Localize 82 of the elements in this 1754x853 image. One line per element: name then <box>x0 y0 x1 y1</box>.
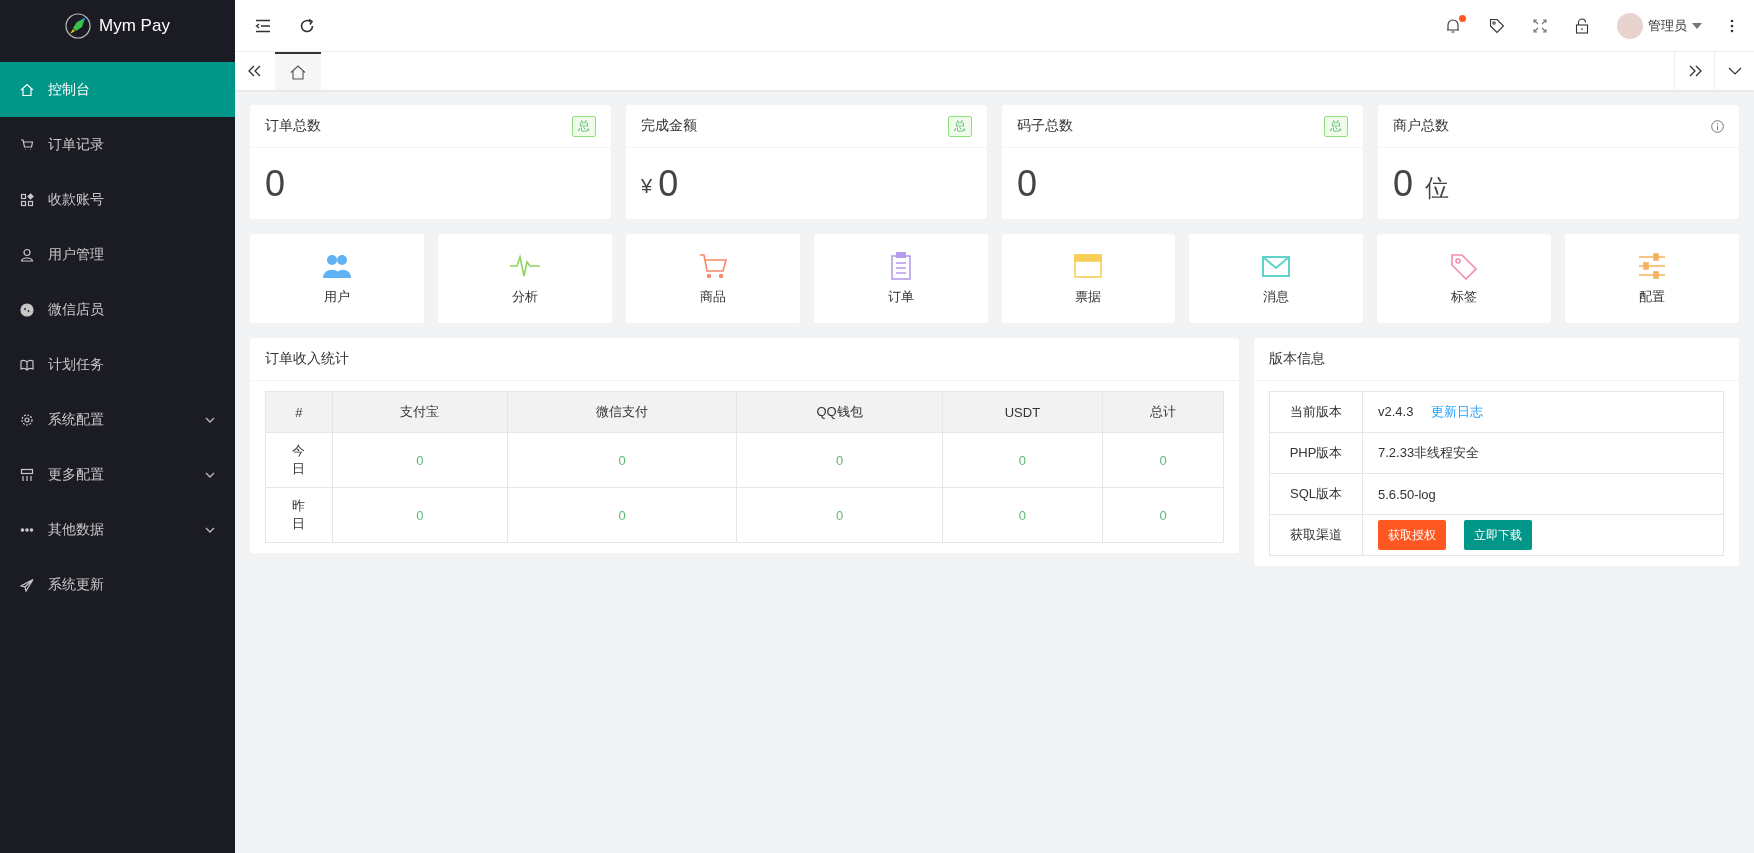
shortcut-tile[interactable]: 分析 <box>437 234 612 323</box>
home-icon <box>20 82 34 97</box>
table-cell: 0 <box>736 432 943 488</box>
lock-icon[interactable] <box>1575 17 1589 34</box>
more-vertical-icon[interactable] <box>1730 18 1734 33</box>
column-header: # <box>265 391 333 433</box>
nav-item[interactable]: 其他数据 <box>0 502 235 557</box>
cart-icon <box>20 137 34 152</box>
shortcut-tile[interactable]: 用户 <box>250 234 424 323</box>
nav-item[interactable]: 计划任务 <box>0 337 235 392</box>
version-value: 5.6.50-log <box>1378 486 1436 502</box>
table-cell: SQL版本 <box>1269 473 1363 515</box>
send-icon <box>20 577 34 592</box>
nav-item[interactable]: 更多配置 <box>0 447 235 502</box>
panel-title: 订单收入统计 <box>250 338 1239 381</box>
blocks-icon <box>20 467 34 482</box>
panel-title: 版本信息 <box>1254 338 1739 381</box>
shortcut-tile[interactable]: 标签 <box>1377 234 1552 323</box>
refresh-icon[interactable] <box>299 17 315 34</box>
card-title: 订单总数 <box>265 117 321 135</box>
total-tag: 总 <box>948 115 972 137</box>
version-value: 7.2.33非线程安全 <box>1378 445 1480 460</box>
nav-item[interactable]: 微信店员 <box>0 282 235 337</box>
double-chevron-right-icon <box>1687 65 1702 77</box>
chevron-down-icon <box>1727 67 1742 75</box>
download-button[interactable]: 立即下载 <box>1464 520 1532 550</box>
nav-item[interactable]: 控制台 <box>0 62 235 117</box>
table-cell: 0 <box>332 432 508 488</box>
stat-value: 0 <box>265 162 286 205</box>
table-cell: 0 <box>507 487 737 543</box>
table-cell: PHP版本 <box>1269 432 1363 474</box>
stat-value: 0 <box>1017 162 1038 205</box>
user-icon <box>20 247 34 262</box>
nav-item[interactable]: 收款账号 <box>0 172 235 227</box>
column-header: 总计 <box>1102 391 1224 433</box>
nav-item[interactable]: 系统更新 <box>0 557 235 612</box>
total-tag: 总 <box>572 115 596 137</box>
nav-item[interactable]: 订单记录 <box>0 117 235 172</box>
shortcut-tile[interactable]: 商品 <box>625 234 800 323</box>
book-icon <box>20 357 34 372</box>
unit-label: 位 <box>1425 172 1450 203</box>
table-cell: 0 <box>332 487 508 543</box>
column-header: 微信支付 <box>507 391 737 433</box>
column-header: QQ钱包 <box>736 391 943 433</box>
currency-sign: ¥ <box>641 175 653 198</box>
app-name: Mym Pay <box>99 16 170 36</box>
card-title: 商户总数 <box>1393 117 1449 135</box>
shortcut-tile[interactable]: 票据 <box>1001 234 1176 323</box>
double-chevron-left-icon <box>248 65 262 77</box>
table-cell: 获取渠道 <box>1269 514 1363 556</box>
table-cell: 0 <box>507 432 737 488</box>
table-cell: 0 <box>942 432 1103 488</box>
fullscreen-icon[interactable] <box>1533 18 1547 33</box>
shortcut-tile[interactable]: 订单 <box>813 234 988 323</box>
menu-collapse-icon[interactable] <box>255 18 271 33</box>
table-cell: 当前版本 <box>1269 391 1363 433</box>
table-cell: 0 <box>942 487 1103 543</box>
version-value: v2.4.3 <box>1378 404 1414 419</box>
table-cell: 0 <box>736 487 943 543</box>
grid-icon <box>20 192 34 207</box>
column-header: 支付宝 <box>332 391 508 433</box>
total-tag: 总 <box>1324 115 1348 137</box>
stat-value: 0 <box>1393 162 1414 205</box>
nav-item[interactable]: 用户管理 <box>0 227 235 282</box>
table-cell: 0 <box>1102 432 1224 488</box>
notification-bell-icon[interactable] <box>1445 17 1461 34</box>
user-name[interactable]: 管理员 <box>1648 16 1687 35</box>
caret-down-icon[interactable] <box>1692 22 1702 29</box>
table-cell: 0 <box>1102 487 1224 543</box>
tag-icon[interactable] <box>1489 17 1505 34</box>
table-cell: 今日 <box>265 432 333 488</box>
shortcut-tile[interactable]: 消息 <box>1189 234 1364 323</box>
column-header: USDT <box>942 391 1103 433</box>
shortcut-tile[interactable]: 配置 <box>1565 234 1739 323</box>
nav-item[interactable]: 系统配置 <box>0 392 235 447</box>
stat-value: 0 <box>658 162 679 205</box>
card-title: 完成金额 <box>641 117 697 135</box>
card-title: 码子总数 <box>1017 117 1073 135</box>
info-icon[interactable] <box>1711 119 1724 133</box>
home-tab[interactable] <box>275 52 321 90</box>
home-icon <box>290 64 306 80</box>
table-cell: 昨日 <box>265 487 333 543</box>
